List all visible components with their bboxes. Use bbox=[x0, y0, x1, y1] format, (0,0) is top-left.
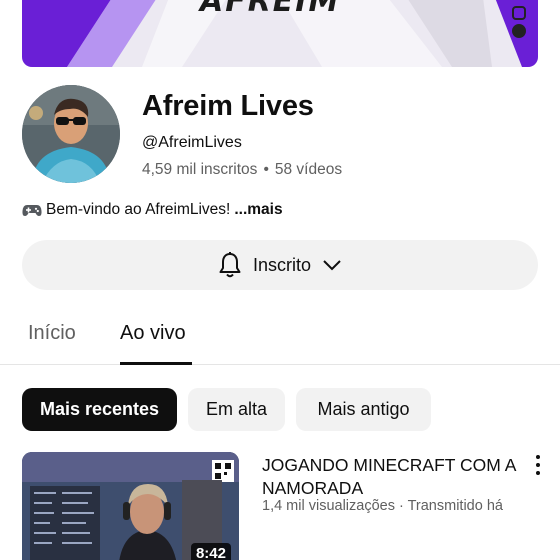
location-icon bbox=[512, 24, 526, 38]
channel-stats: 4,59 mil inscritos • 58 vídeos bbox=[142, 161, 342, 179]
subscribed-label: Inscrito bbox=[252, 254, 312, 275]
subscriber-count: 4,59 mil inscritos bbox=[142, 161, 258, 178]
channel-tabs: Início Ao vivo bbox=[0, 310, 560, 365]
channel-avatar[interactable] bbox=[22, 85, 120, 183]
video-count: 58 vídeos bbox=[274, 161, 343, 178]
avatar-image bbox=[22, 85, 120, 183]
chip-em-alta[interactable]: Em alta bbox=[188, 388, 285, 431]
banner-social-icons bbox=[512, 6, 526, 38]
channel-handle: @AfreimLives bbox=[142, 134, 242, 151]
channel-description[interactable]: Bem-vindo ao AfreimLives! ...mais bbox=[22, 201, 283, 219]
chevron-down-icon bbox=[323, 260, 341, 271]
chip-mais-recentes[interactable]: Mais recentes bbox=[22, 388, 177, 431]
video-duration: 8:42 bbox=[190, 543, 231, 560]
description-more-link[interactable]: ...mais bbox=[234, 201, 282, 219]
stats-separator: • bbox=[263, 161, 269, 178]
channel-banner: AFREIM bbox=[22, 0, 538, 67]
tab-inicio[interactable]: Início bbox=[28, 322, 76, 345]
channel-name: Afreim Lives bbox=[142, 90, 314, 122]
subscribed-button[interactable]: Inscrito bbox=[22, 240, 538, 290]
video-meta: 1,4 mil visualizações · Transmitido há bbox=[262, 498, 503, 514]
description-text: Bem-vindo ao AfreimLives! bbox=[46, 201, 231, 218]
video-title[interactable]: JOGANDO MINECRAFT COM A NAMORADA bbox=[262, 454, 524, 500]
banner-logo: AFREIM bbox=[200, 0, 341, 19]
more-vert-icon[interactable] bbox=[531, 455, 545, 475]
active-tab-indicator bbox=[120, 362, 192, 365]
video-thumbnail[interactable]: 8:42 bbox=[22, 452, 239, 560]
bell-icon bbox=[219, 252, 241, 278]
gamepad-icon bbox=[22, 205, 42, 216]
tab-ao-vivo[interactable]: Ao vivo bbox=[120, 322, 186, 345]
chip-mais-antigo[interactable]: Mais antigo bbox=[296, 388, 431, 431]
instagram-icon bbox=[512, 6, 526, 20]
